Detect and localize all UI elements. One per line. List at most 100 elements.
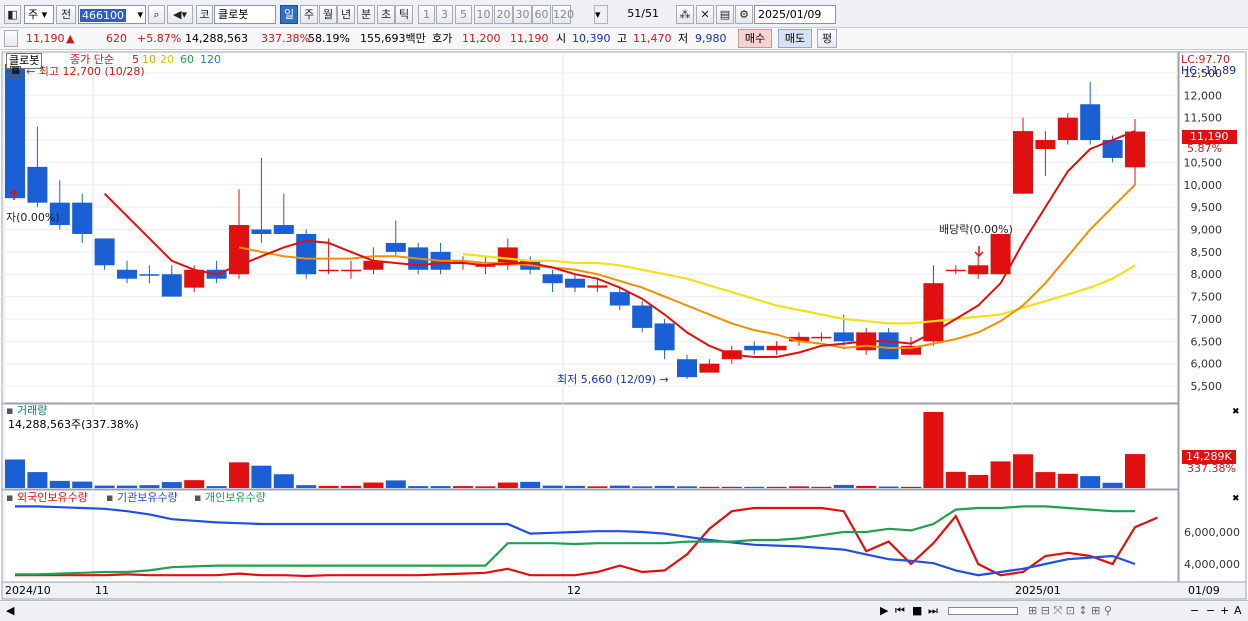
candle-body [117,269,137,279]
volume-bar [721,486,742,488]
high-marker: ← 최고 12,700 (10/28) [26,65,145,78]
interval-button-3[interactable]: 3 [436,5,453,24]
volume-bar [990,461,1011,488]
count-display: 51/51 [612,5,662,24]
xaxis-label-nov: 11 [95,584,109,597]
candle-body [251,229,272,234]
hc-label: HC:-11.89 [1181,64,1237,77]
price-change: 620 [106,32,127,45]
minus-icon[interactable]: − [1206,604,1215,618]
date-field[interactable]: 2025/01/09 [754,5,836,24]
volume-bar [789,486,809,488]
close-icon[interactable]: ✖ [1232,492,1240,506]
volume-bar [1080,476,1101,488]
tool-icons[interactable]: ⊞ ⊟ ⤧ ⊡ ↕ ⊞ ⚲ [1028,604,1112,618]
first-page-icon[interactable]: ⏮ [895,604,905,618]
interval-button-30[interactable]: 30 [513,5,532,24]
ask-price: 11,200 [462,32,501,45]
candle-body [833,332,854,342]
speaker-icon[interactable]: ◀▾ [167,5,193,24]
price-tick-label: 10,500 [1184,156,1223,169]
volume-bar [296,485,317,488]
stock-name-field[interactable]: 클로봇 [214,5,276,24]
volume-bar [1125,454,1145,488]
interval-button-120[interactable]: 120 [552,5,574,24]
interval-button-10[interactable]: 10 [474,5,493,24]
volume-bar [632,486,653,488]
buy-button[interactable]: 매수 [738,29,772,48]
price-tick-label: 6,000 [1191,358,1223,371]
low-marker: 최저 5,660 (12/09) → [557,373,669,386]
candle-body [945,269,966,272]
volume-bar [385,480,406,488]
xaxis-label-dec: 12 [567,584,581,597]
sell-button[interactable]: 매도 [778,29,812,48]
high-marker-text: 최고 12,700 (10/28) [38,65,145,78]
save-icon[interactable]: ▤ [716,5,734,24]
turnover-rate: 58.19% [308,32,350,45]
crosshair-icon[interactable]: ✕ [696,5,714,24]
candle-body [587,285,608,288]
close-icon[interactable]: ✖ [1232,405,1240,419]
pattern-icon[interactable]: ⁂ [676,5,694,24]
gear-icon[interactable]: ⚙ [735,5,753,24]
volume-bar [318,485,339,488]
candle-body [341,269,361,272]
eval-button[interactable]: 평 [817,29,837,48]
price-tick-label: 6,500 [1191,335,1223,348]
interval-button-5[interactable]: 5 [455,5,472,24]
chart-type-icon[interactable]: ◧ [4,5,21,24]
chevron-down-icon[interactable]: ▾ [137,6,143,23]
period-button-0[interactable]: 일 [280,5,298,24]
volume-bar [117,485,137,488]
count-spinner[interactable]: ▾ [594,5,608,24]
volume-bar [273,474,294,488]
plus-icon[interactable]: + [1220,604,1229,618]
candle-body [273,225,294,234]
volume-icon: ▪ [6,404,14,417]
market-button[interactable]: 코 [196,5,213,24]
volume-title: 거래량 [17,404,48,417]
period-button-3[interactable]: 년 [337,5,355,24]
zoom-slider[interactable] [948,607,1018,615]
zoom-out-icon[interactable]: − [1190,604,1199,618]
ma-label-20: 20 [160,53,174,66]
price-tick-label: 5,500 [1191,380,1223,393]
period-button-1[interactable]: 주 [300,5,318,24]
scroll-left-icon[interactable]: ◀ [6,604,14,618]
volume-bar [1057,473,1078,488]
last-page-icon[interactable]: ⏭ [928,604,938,618]
search-icon[interactable]: ⌕ [148,5,165,24]
period-button-5[interactable]: 초 [377,5,395,24]
candle-body [1057,117,1078,141]
period-button-6[interactable]: 틱 [395,5,413,24]
candle-body [1013,131,1033,194]
volume-bar [94,485,115,488]
stop-icon[interactable]: ■ [912,604,922,618]
volume-bar [609,485,630,488]
stock-code-input[interactable]: 466100 ▾ [78,5,146,24]
text-size-icon[interactable]: A [1234,604,1242,618]
scroll-right-icon[interactable]: ▶ [880,604,888,618]
price-tick-label: 9,500 [1191,201,1223,214]
open-price: 10,390 [572,32,611,45]
interval-button-1[interactable]: 1 [418,5,435,24]
interval-button-60[interactable]: 60 [532,5,551,24]
chart-area[interactable]: 5,500 6,000 6,500 7,000 7,500 8,000 8,500 9,000… [0,50,1248,621]
legend-marker-icon: ▪ [6,491,14,504]
bottom-scrollbar[interactable]: ◀ ▶ ⏮ ■ ⏭ ⊞ ⊟ ⤧ ⊡ ↕ ⊞ ⚲ − − + A [0,600,1248,621]
prev-button[interactable]: 전 [56,5,76,24]
checkbox-icon[interactable] [4,30,18,47]
legend-marker-icon: ▪ [194,491,202,504]
period-button-2[interactable]: 월 [319,5,337,24]
volume-bar [453,486,473,488]
volume-bar [161,482,182,488]
calendar-icon[interactable]: ▦ [10,66,21,77]
candle-body [385,242,406,252]
period-button-4[interactable]: 분 [357,5,375,24]
interval-button-20[interactable]: 20 [494,5,513,24]
volume-bar [565,485,585,488]
candle-body [542,274,563,284]
individual-holding-label: 개인보유수량 [205,491,266,504]
period-select[interactable]: 주 ▾ [24,5,54,24]
